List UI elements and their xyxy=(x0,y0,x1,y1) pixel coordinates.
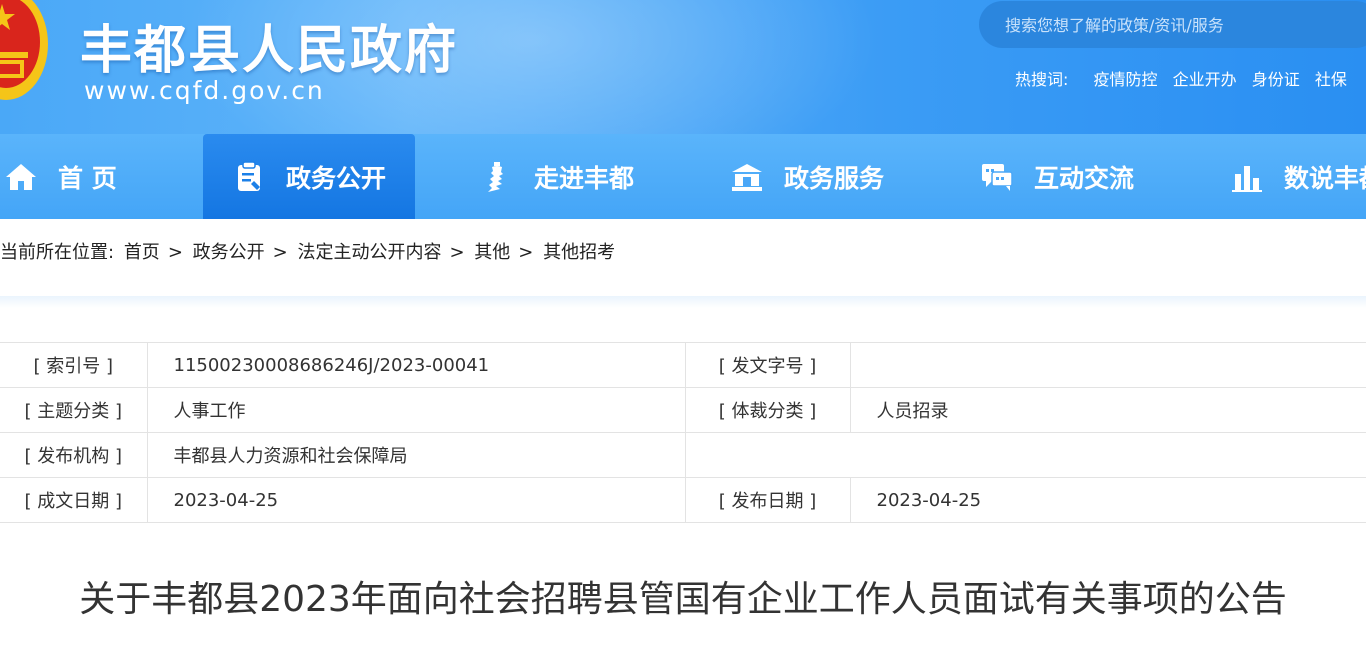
topic-category-label: [ 主题分类 ] xyxy=(0,387,148,433)
breadcrumb-link-government-affairs[interactable]: 政务公开 xyxy=(193,242,265,263)
publisher-label: [ 发布机构 ] xyxy=(0,432,148,478)
breadcrumb-link-statutory-disclosure[interactable]: 法定主动公开内容 xyxy=(297,242,441,263)
section-divider xyxy=(0,296,1366,308)
hot-word-link[interactable]: 身份证 xyxy=(1252,70,1300,89)
landmark-icon xyxy=(488,161,503,192)
site-header: 丰都县人民政府 www.cqfd.gov.cn 热搜词: 疫情防控 企业开办 身… xyxy=(0,0,1366,134)
publish-date-label: [ 发布日期 ] xyxy=(684,477,851,523)
chat-icon xyxy=(982,163,1013,191)
document-icon xyxy=(237,160,260,191)
hot-words: 热搜词: 疫情防控 企业开办 身份证 社保 xyxy=(1015,66,1357,90)
genre-category-label: [ 体裁分类 ] xyxy=(684,387,851,433)
bar-chart-icon xyxy=(1232,165,1262,192)
breadcrumb-separator: > xyxy=(518,242,534,263)
topic-category-value: 人事工作 xyxy=(146,387,686,433)
doc-number-value xyxy=(849,342,1366,388)
nav-item-label: 互动交流 xyxy=(1034,163,1135,193)
breadcrumb-separator: > xyxy=(449,242,465,263)
nav-item-government-affairs[interactable]: 政务公开 xyxy=(203,134,415,219)
nav-item-label: 政务公开 xyxy=(285,163,386,193)
main-nav: 首 页 政务公开 走进丰都 政务服务 互动交流 数说丰 xyxy=(0,134,1366,219)
nav-item-label: 政务服务 xyxy=(784,163,885,193)
government-building-icon xyxy=(732,163,762,191)
publish-date-value: 2023-04-25 xyxy=(849,477,1366,523)
breadcrumb-link-other[interactable]: 其他 xyxy=(474,242,510,263)
national-emblem-icon[interactable] xyxy=(0,0,50,108)
nav-item-label: 走进丰都 xyxy=(534,163,635,193)
genre-category-value: 人员招录 xyxy=(849,387,1366,433)
hot-word-link[interactable]: 社保 xyxy=(1315,70,1347,89)
breadcrumb-prefix: 当前所在位置: xyxy=(0,242,115,263)
table-row: [ 成文日期 ] 2023-04-25 [ 发布日期 ] 2023-04-25 xyxy=(0,477,1366,523)
site-title[interactable]: 丰都县人民政府 xyxy=(80,8,458,83)
breadcrumb-separator: > xyxy=(272,242,288,263)
search-input[interactable] xyxy=(1005,11,1345,39)
breadcrumb-separator: > xyxy=(167,242,183,263)
doc-number-label: [ 发文字号 ] xyxy=(684,342,851,388)
article-title: 关于丰都县2023年面向社会招聘县管国有企业工作人员面试有关事项的公告 xyxy=(79,579,1287,620)
breadcrumb-link-home[interactable]: 首页 xyxy=(124,242,160,263)
document-info-table: [ 索引号 ] 11500230008686246J/2023-00041 [ … xyxy=(0,342,1366,523)
site-url: www.cqfd.gov.cn xyxy=(84,76,325,105)
written-date-label: [ 成文日期 ] xyxy=(0,477,148,523)
index-number-value: 11500230008686246J/2023-00041 xyxy=(146,342,686,388)
publisher-value: 丰都县人力资源和社会保障局 xyxy=(146,432,686,478)
search-box[interactable] xyxy=(979,1,1366,48)
nav-item-label: 首 页 xyxy=(58,163,117,193)
hot-words-label: 热搜词: xyxy=(1015,70,1069,89)
table-row: [ 发布机构 ] 丰都县人力资源和社会保障局 xyxy=(0,432,1366,478)
breadcrumb-link-other-recruitment[interactable]: 其他招考 xyxy=(543,242,615,263)
breadcrumb: 当前所在位置: 首页 > 政务公开 > 法定主动公开内容 > 其他 > 其他招考 xyxy=(0,238,619,264)
nav-item-about-fengdu[interactable]: 走进丰都 xyxy=(480,134,634,219)
nav-item-data-fengdu[interactable]: 数说丰都 xyxy=(1230,134,1366,219)
empty-cell xyxy=(684,432,1366,478)
written-date-value: 2023-04-25 xyxy=(146,477,686,523)
hot-word-link[interactable]: 疫情防控 xyxy=(1094,70,1158,89)
home-icon xyxy=(6,163,36,190)
nav-item-home[interactable]: 首 页 xyxy=(4,134,117,219)
index-number-label: [ 索引号 ] xyxy=(0,342,148,388)
nav-item-interaction[interactable]: 互动交流 xyxy=(980,134,1134,219)
table-row: [ 索引号 ] 11500230008686246J/2023-00041 [ … xyxy=(0,342,1366,388)
hot-word-link[interactable]: 企业开办 xyxy=(1173,70,1237,89)
nav-item-government-services[interactable]: 政务服务 xyxy=(730,134,884,219)
table-row: [ 主题分类 ] 人事工作 [ 体裁分类 ] 人员招录 xyxy=(0,387,1366,433)
nav-item-label: 数说丰都 xyxy=(1284,163,1366,193)
